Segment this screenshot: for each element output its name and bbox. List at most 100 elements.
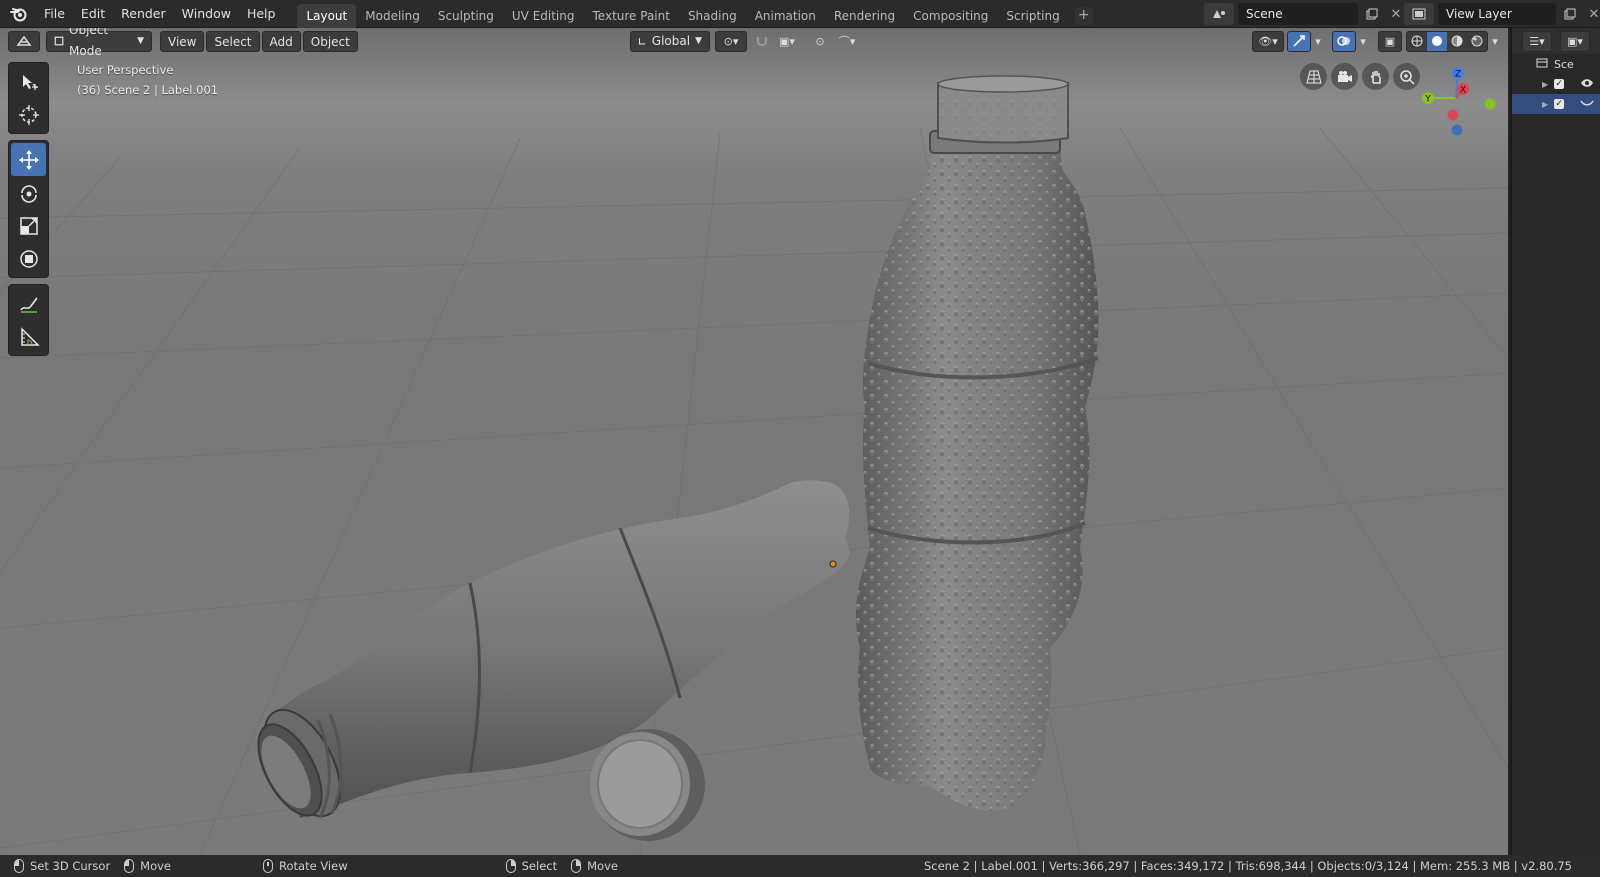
add-menu-button[interactable]: Add [261,30,301,52]
menu-file[interactable]: File [36,3,73,25]
solid-shading-icon[interactable] [1427,31,1447,51]
new-scene-icon[interactable] [1362,4,1382,24]
exclude-checkbox[interactable]: ✓ [1554,99,1565,109]
outliner-panel: ☰▾ ▣▾ Sce ▶ ✓ ▶ ✓ [1510,28,1600,855]
material-shading-icon[interactable] [1447,32,1467,51]
select-menu-button[interactable]: Select [206,30,260,52]
orientation-label: Global [651,33,691,48]
hint-right-drag: Move [571,859,618,873]
expand-arrow-icon[interactable]: ▶ [1542,100,1548,109]
hint-right-drag-label: Move [587,859,618,873]
eye-icon[interactable] [1580,78,1594,91]
transform-tool-icon[interactable] [11,242,46,275]
menu-render[interactable]: Render [113,3,174,25]
hint-left-drag: Move [124,859,171,873]
mode-dropdown[interactable]: Object Mode ▼ [46,28,152,58]
workspace-tabs: Layout Modeling Sculpting UV Editing Tex… [297,0,1093,28]
annotate-tool-icon[interactable] [11,287,46,320]
outliner-scene-collection[interactable]: Sce [1512,54,1600,74]
outliner-header: ☰▾ ▣▾ [1512,28,1600,54]
mouse-right-icon [505,859,516,873]
view-layer-name-field[interactable]: View Layer [1438,3,1556,25]
move-tool-icon[interactable] [11,143,46,176]
tab-sculpting[interactable]: Sculpting [429,4,503,28]
outliner-row-selected[interactable]: ▶ ✓ [1512,94,1600,114]
pan-view-icon[interactable] [1362,63,1389,90]
mouse-left-icon [14,859,24,873]
exclude-checkbox[interactable]: ✓ [1554,79,1565,89]
view-layer-selector: View Layer ✕ [1404,3,1600,25]
visibility-icon[interactable]: 👁▾ [1252,30,1284,52]
outliner-scene-label: Sce [1554,57,1574,71]
navigation-buttons [1300,63,1420,90]
proportional-edit-icon[interactable]: ⊙ [810,31,830,52]
view-menu-button[interactable]: View [160,30,205,52]
hint-right-click-label: Select [521,859,558,873]
hint-left-drag-label: Move [140,859,172,873]
menu-window[interactable]: Window [174,3,239,25]
tab-texture-paint[interactable]: Texture Paint [584,4,679,28]
outliner-display-mode-icon[interactable]: ▣▾ [1560,30,1590,52]
tab-animation[interactable]: Animation [746,4,825,28]
chevron-down-icon: ▼ [137,35,144,46]
perspective-label: User Perspective [77,63,174,77]
z-axis-label: Z [1455,70,1461,80]
wireframe-shading-icon[interactable] [1407,32,1427,51]
menu-help[interactable]: Help [239,3,284,25]
shading-options-icon[interactable]: ▾ [1488,31,1502,52]
lying-bottle [257,480,850,819]
axis-navigation-gizmo[interactable]: Z Y X [1410,62,1500,152]
tab-layout[interactable]: Layout [297,3,357,28]
expand-arrow-icon[interactable]: ▶ [1542,80,1548,89]
outliner-row[interactable]: ▶ ✓ [1512,74,1600,94]
snap-icon[interactable] [752,31,772,52]
select-box-tool-icon[interactable] [11,65,46,98]
3d-viewport[interactable]: Object Mode ▼ View Select Add Object Glo… [0,28,1508,855]
blender-logo-icon[interactable] [8,3,30,25]
mouse-middle-icon [263,859,274,873]
camera-view-icon[interactable] [1331,63,1358,90]
shading-mode-group [1406,30,1488,52]
toggle-perspective-grid-icon[interactable] [1300,63,1327,90]
measure-tool-icon[interactable] [11,320,46,353]
tab-rendering[interactable]: Rendering [825,4,904,28]
rotate-tool-icon[interactable] [11,176,46,209]
view-layer-browse-icon[interactable] [1404,3,1434,25]
tab-uv-editing[interactable]: UV Editing [503,4,584,28]
xray-toggle-icon[interactable]: ▣ [1378,30,1402,52]
hint-middle-label: Rotate View [279,859,348,873]
scene-name-field[interactable]: Scene [1238,3,1358,25]
new-view-layer-icon[interactable] [1560,4,1580,24]
context-label: (36) Scene 2 | Label.001 [77,83,219,97]
tool-group-select [8,62,49,134]
scene-browse-icon[interactable] [1204,3,1234,25]
add-workspace-button[interactable]: + [1074,6,1093,25]
gizmo-options-icon[interactable]: ▾ [1311,31,1325,52]
hidden-eye-icon[interactable] [1580,98,1594,111]
mouse-left-drag-icon [124,859,135,873]
orientation-dropdown[interactable]: Global ▼ [630,30,710,52]
gizmo-toggle-icon[interactable] [1287,30,1311,52]
rendered-shading-icon[interactable] [1467,32,1487,51]
scale-tool-icon[interactable] [11,209,46,242]
tab-scripting[interactable]: Scripting [997,4,1068,28]
editor-type-icon[interactable] [8,30,40,52]
cursor-tool-icon[interactable] [11,98,46,131]
falloff-icon[interactable]: ⌒▾ [832,31,862,52]
chevron-down-icon: ▼ [695,35,702,46]
overlays-options-icon[interactable]: ▾ [1356,31,1370,52]
snap-target-icon[interactable]: ▣▾ [772,31,802,52]
delete-view-layer-icon[interactable]: ✕ [1584,4,1600,24]
tab-compositing[interactable]: Compositing [904,4,997,28]
menu-edit[interactable]: Edit [73,3,113,25]
pivot-point-icon[interactable]: ⊙▾ [715,30,747,52]
overlays-toggle-icon[interactable] [1332,30,1356,52]
tab-modeling[interactable]: Modeling [356,4,429,28]
object-menu-button[interactable]: Object [302,30,358,52]
outliner-editor-type-icon[interactable]: ☰▾ [1522,30,1552,52]
delete-scene-icon[interactable]: ✕ [1386,4,1406,24]
tool-group-transform [8,140,49,278]
viewport-header: Object Mode ▼ View Select Add Object Glo… [0,28,1508,58]
object-mode-icon [54,36,64,46]
tab-shading[interactable]: Shading [679,4,746,28]
